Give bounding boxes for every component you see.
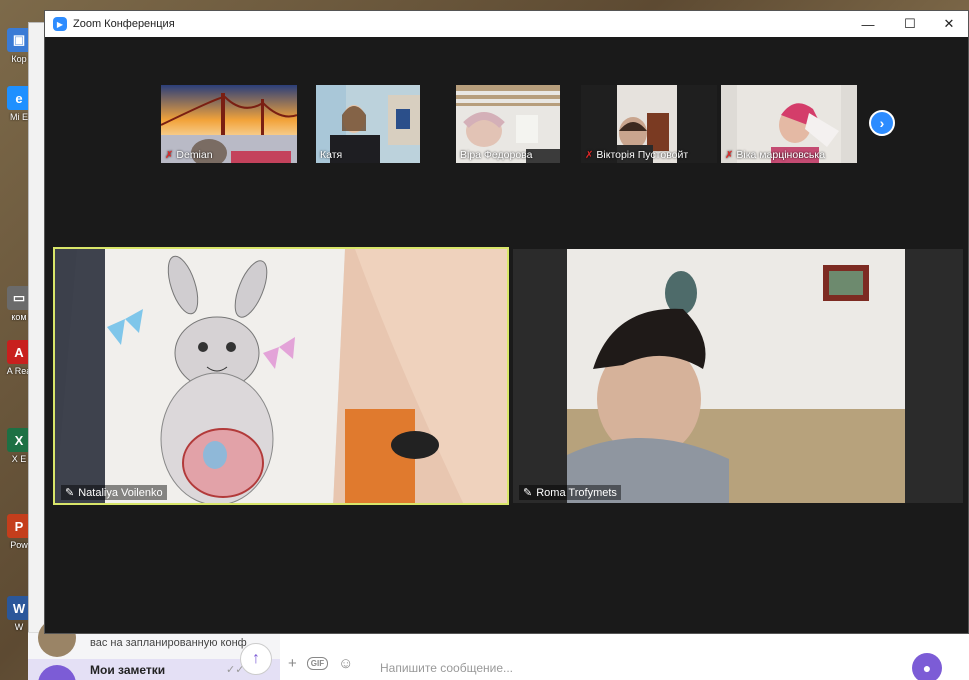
participant-name: ✗ Вікторія Пустовойт (585, 149, 689, 161)
messenger-bar: вас на запланированную конф Мои заметки … (28, 619, 969, 680)
close-icon: ✕ (943, 16, 955, 31)
participant-name: Катя (320, 149, 343, 161)
next-page-button[interactable]: › (869, 110, 895, 136)
minimize-button[interactable]: — (848, 11, 888, 37)
title-bar: ▶ Zoom Конференция — ☐ ✕ (45, 11, 968, 37)
chat-snippet[interactable]: вас на запланированную конф (90, 637, 247, 649)
participant-name: ✗ Віка марціновська (725, 149, 826, 161)
pin-icon: ✎ (523, 487, 533, 499)
notes-avatar (38, 665, 76, 680)
microphone-icon: ● (922, 660, 932, 676)
chevron-right-icon: › (879, 115, 885, 131)
message-input[interactable]: Напишите сообщение... (380, 661, 513, 675)
mic-button[interactable]: ● (912, 653, 942, 680)
participant-thumbnail[interactable]: Віра Федорова (456, 85, 560, 163)
chat-list: вас на запланированную конф Мои заметки … (28, 619, 280, 680)
main-video-tile[interactable]: ✎ Nataliya Voilenko (53, 247, 509, 505)
scroll-up-button[interactable]: ↑ (240, 643, 272, 675)
arrow-up-icon: ↑ (252, 650, 260, 667)
participant-thumbnail[interactable]: ✗ Віка марціновська (721, 85, 857, 163)
maximize-button[interactable]: ☐ (890, 11, 930, 37)
participant-name: ✎ Roma Trofymets (519, 485, 621, 500)
notes-label: Мои заметки (90, 663, 166, 677)
gif-icon[interactable]: GIF (306, 657, 329, 670)
participant-thumbnail[interactable]: ✗ Demian (161, 85, 297, 163)
participant-thumbnail[interactable]: ✗ Вікторія Пустовойт (581, 85, 717, 163)
compose-toolbar: + GIF ☺ (288, 655, 353, 672)
maximize-icon: ☐ (904, 16, 916, 31)
muted-mic-icon: ✗ (165, 149, 174, 161)
attach-plus-icon[interactable]: + (288, 655, 297, 672)
video-feed (513, 249, 963, 503)
participant-name: ✗ Demian (165, 149, 213, 161)
minimize-icon: — (861, 16, 875, 32)
pin-icon: ✎ (65, 487, 75, 499)
main-video-tile[interactable]: ✎ Roma Trofymets (513, 249, 963, 503)
window-title: Zoom Конференция (73, 18, 175, 30)
participant-name: ✎ Nataliya Voilenko (61, 485, 167, 500)
zoom-window: ▶ Zoom Конференция — ☐ ✕ ✗ Demian Катя В… (44, 10, 969, 634)
close-button[interactable]: ✕ (929, 11, 969, 37)
video-feed (55, 249, 507, 503)
zoom-logo-icon: ▶ (53, 17, 67, 31)
participant-thumbnail[interactable]: Катя (316, 85, 420, 163)
sticker-icon[interactable]: ☺ (338, 655, 353, 672)
muted-mic-icon: ✗ (585, 149, 594, 161)
muted-mic-icon: ✗ (725, 149, 734, 161)
participant-name: Віра Федорова (460, 149, 533, 161)
